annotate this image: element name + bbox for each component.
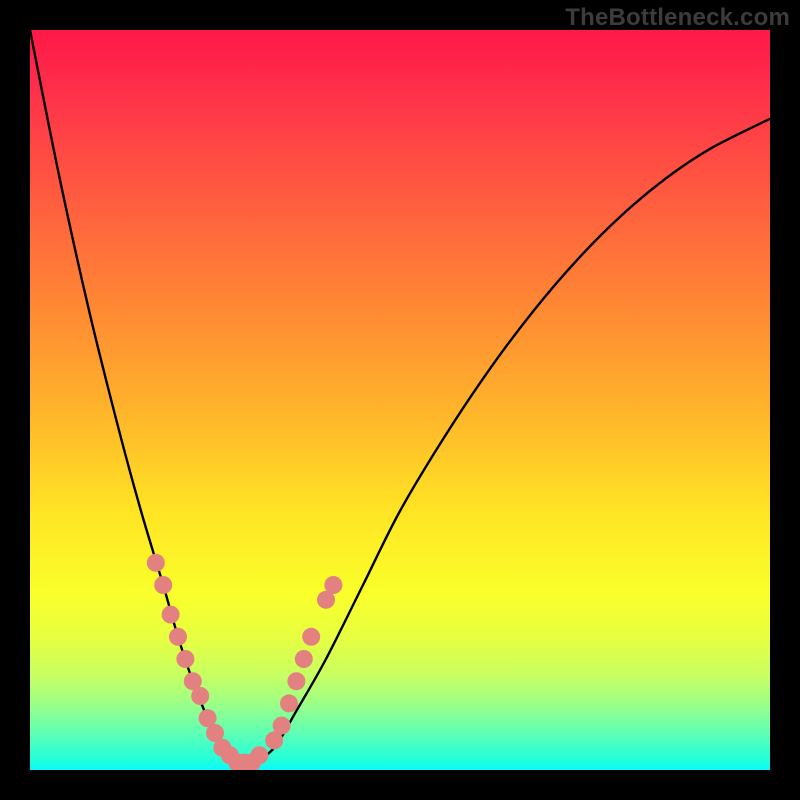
curve-marker — [273, 717, 291, 735]
curve-marker — [162, 606, 180, 624]
curve-marker — [280, 694, 298, 712]
curve-marker — [169, 628, 187, 646]
bottleneck-curve — [30, 30, 770, 764]
curve-marker — [295, 650, 313, 668]
curve-marker — [250, 746, 268, 764]
watermark-text: TheBottleneck.com — [565, 4, 790, 32]
chart-frame: TheBottleneck.com — [0, 0, 800, 800]
curve-markers — [147, 554, 343, 770]
curve-marker — [176, 650, 194, 668]
curve-marker — [287, 672, 305, 690]
curve-marker — [191, 687, 209, 705]
curve-marker — [154, 576, 172, 594]
chart-svg — [30, 30, 770, 770]
curve-marker — [324, 576, 342, 594]
plot-area — [30, 30, 770, 770]
curve-marker — [302, 628, 320, 646]
curve-marker — [147, 554, 165, 572]
